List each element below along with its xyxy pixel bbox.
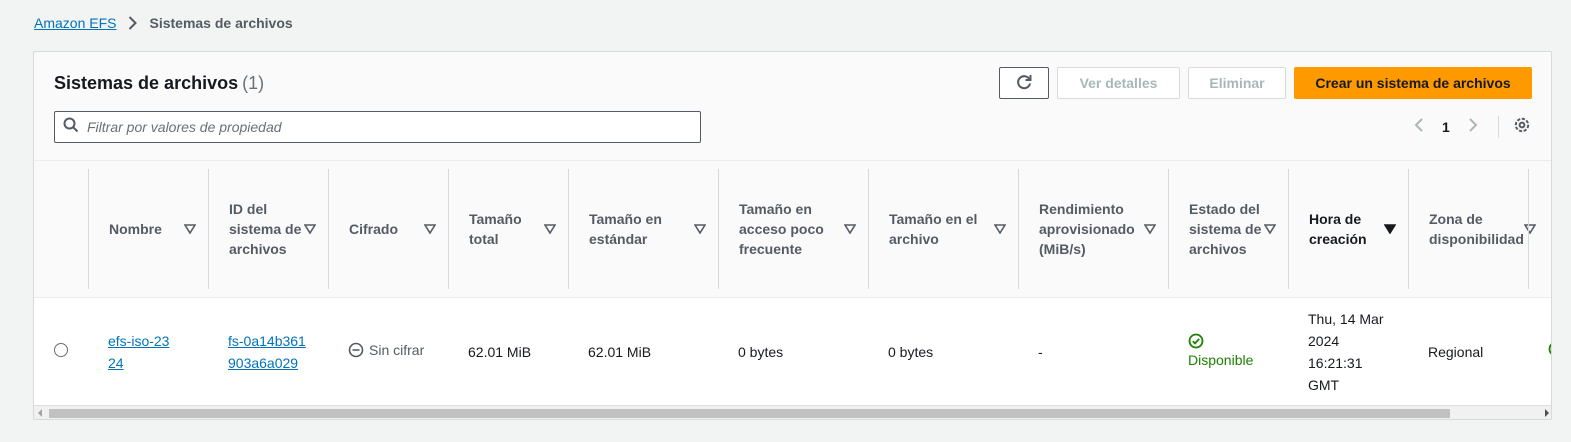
status-badge: Disponible bbox=[1188, 333, 1288, 371]
cell-zone: Regional bbox=[1428, 343, 1484, 360]
row-select bbox=[34, 298, 88, 406]
col-label: Tamaño total bbox=[469, 211, 522, 247]
col-id[interactable]: ID del sistema de archivos bbox=[208, 161, 328, 298]
scroll-left-arrow[interactable] bbox=[38, 409, 42, 417]
col-label: Cifrado bbox=[349, 221, 398, 237]
col-select bbox=[34, 161, 88, 298]
encryption-label: Sin cifrar bbox=[369, 342, 425, 359]
panel-title-count: (1) bbox=[242, 73, 265, 93]
breadcrumb-current: Sistemas de archivos bbox=[149, 15, 293, 31]
created-time: Thu, 14 Mar 2024 16:21:31 GMT bbox=[1308, 310, 1384, 393]
file-system-id-link[interactable]: fs-0a14b361903a6a029 bbox=[228, 330, 308, 374]
col-archive-size[interactable]: Tamaño en el archivo bbox=[868, 161, 1018, 298]
col-label: ID del sistema de archivos bbox=[229, 201, 302, 257]
col-label: Tamaño en el archivo bbox=[889, 211, 978, 247]
refresh-button[interactable] bbox=[999, 67, 1049, 99]
refresh-icon bbox=[1015, 73, 1033, 94]
cell-archive-size: 0 bytes bbox=[888, 343, 934, 360]
panel-title: Sistemas de archivos (1) bbox=[54, 73, 264, 94]
cell-created: Thu, 14 Mar 2024 16:21:31 GMT bbox=[1288, 298, 1408, 406]
sort-icon bbox=[844, 224, 856, 234]
col-label: Nombre bbox=[109, 221, 162, 237]
col-name[interactable]: Nombre bbox=[88, 161, 208, 298]
col-status[interactable]: Estado del sistema de archivos bbox=[1168, 161, 1288, 298]
breadcrumb: Amazon EFS Sistemas de archivos bbox=[34, 15, 293, 31]
filter-search[interactable] bbox=[54, 111, 701, 143]
col-zone[interactable]: Zona de disponibilidad bbox=[1408, 161, 1536, 298]
horizontal-scrollbar[interactable] bbox=[34, 405, 1551, 419]
view-details-button[interactable]: Ver detalles bbox=[1057, 67, 1180, 99]
sort-icon bbox=[994, 224, 1006, 234]
row-radio[interactable] bbox=[54, 342, 68, 357]
col-created[interactable]: Hora de creación bbox=[1288, 161, 1408, 298]
chevron-right-icon bbox=[128, 16, 138, 30]
cell-throughput: - bbox=[1038, 343, 1043, 360]
sort-icon bbox=[544, 224, 556, 234]
col-total-size[interactable]: Tamaño total bbox=[448, 161, 568, 298]
status-label: Disponible bbox=[1188, 351, 1254, 368]
check-circle-icon bbox=[1548, 343, 1551, 355]
pagination: 1 bbox=[1414, 116, 1531, 138]
panel-title-text: Sistemas de archivos bbox=[54, 73, 239, 93]
cell-status: Disponible bbox=[1168, 298, 1288, 406]
pager-divider bbox=[1497, 116, 1499, 138]
cell-name: efs-iso-2324 bbox=[88, 298, 208, 406]
col-label: Tamaño en acceso poco frecuente bbox=[739, 201, 824, 257]
create-file-system-button[interactable]: Crear un sistema de archivos bbox=[1294, 67, 1532, 99]
file-systems-table: Nombre ID del sistema de archivos Cifrad… bbox=[34, 160, 1551, 406]
sort-icon bbox=[1264, 224, 1276, 234]
chevron-left-icon[interactable] bbox=[1414, 117, 1424, 138]
scroll-right-arrow[interactable] bbox=[1545, 409, 1549, 417]
col-throughput[interactable]: Rendimiento aprovisionado (MiB/s) bbox=[1018, 161, 1168, 298]
encryption-status: Sin cifrar bbox=[348, 339, 424, 361]
check-circle-icon bbox=[1188, 333, 1204, 349]
chevron-right-icon[interactable] bbox=[1468, 117, 1478, 138]
sort-icon bbox=[184, 224, 196, 234]
col-encryption[interactable]: Cifrado bbox=[328, 161, 448, 298]
scroll-thumb[interactable] bbox=[49, 409, 1450, 418]
sort-icon bbox=[304, 224, 316, 234]
col-label: Tamaño en estándar bbox=[589, 211, 662, 247]
col-label: Zona de disponibilidad bbox=[1429, 211, 1524, 247]
gear-icon[interactable] bbox=[1513, 116, 1531, 139]
table-row: efs-iso-2324 fs-0a14b361903a6a029 Sin ci… bbox=[34, 298, 1551, 406]
cell-standard-size: 62.01 MiB bbox=[588, 343, 652, 360]
col-ia-size[interactable]: Tamaño en acceso poco frecuente bbox=[718, 161, 868, 298]
cell-ia-size: 0 bytes bbox=[738, 343, 784, 360]
cell-id: fs-0a14b361903a6a029 bbox=[208, 298, 328, 406]
cell-total-size: 62.01 MiB bbox=[468, 343, 532, 360]
breadcrumb-link-efs[interactable]: Amazon EFS bbox=[34, 15, 116, 31]
file-systems-panel: Sistemas de archivos (1) Ver detalles Eli… bbox=[33, 51, 1552, 420]
sort-icon bbox=[1144, 224, 1156, 234]
page-number[interactable]: 1 bbox=[1442, 119, 1450, 135]
col-label: Estado del sistema de archivos bbox=[1189, 201, 1262, 257]
cell-encryption: Sin cifrar bbox=[328, 298, 448, 406]
filter-input[interactable] bbox=[87, 119, 647, 135]
sort-icon bbox=[424, 224, 436, 234]
file-system-name-link[interactable]: efs-iso-2324 bbox=[108, 330, 170, 374]
cell-truncated bbox=[1528, 298, 1551, 406]
col-label: Rendimiento aprovisionado (MiB/s) bbox=[1039, 201, 1135, 257]
sort-icon bbox=[694, 224, 706, 234]
sort-desc-icon bbox=[1384, 224, 1396, 234]
minus-circle-icon bbox=[348, 342, 364, 358]
table-header-row: Nombre ID del sistema de archivos Cifrad… bbox=[34, 160, 1551, 298]
col-standard-size[interactable]: Tamaño en estándar bbox=[568, 161, 718, 298]
col-truncated bbox=[1528, 161, 1551, 298]
search-icon bbox=[63, 117, 79, 138]
delete-button[interactable]: Eliminar bbox=[1188, 67, 1286, 99]
col-label: Hora de creación bbox=[1309, 211, 1367, 247]
